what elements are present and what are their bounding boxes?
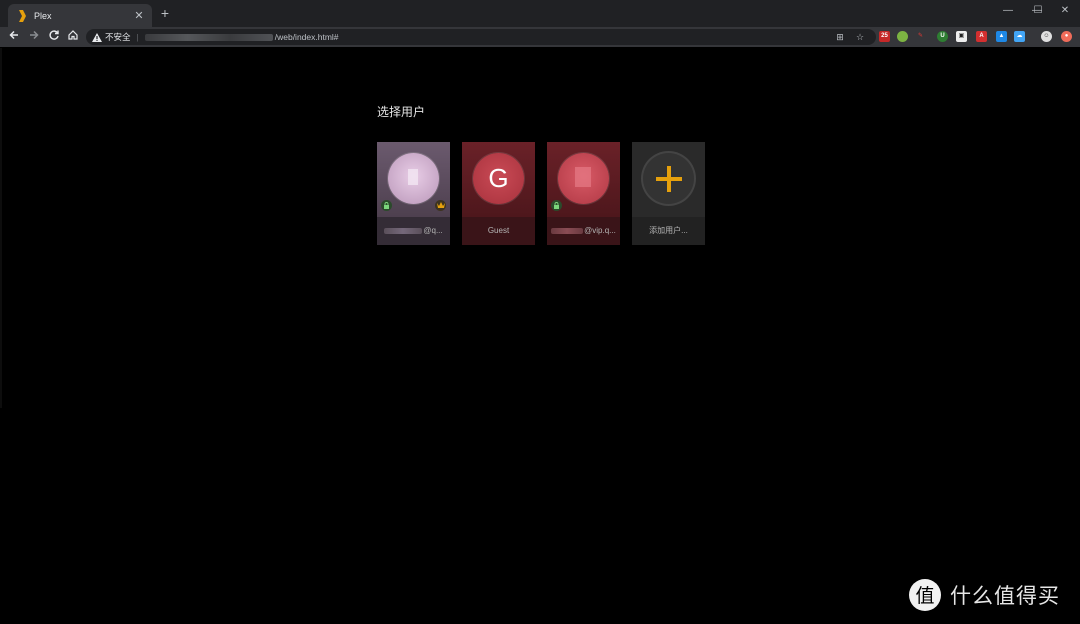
page-title: 选择用户 xyxy=(377,105,426,119)
extension-flag-icon[interactable]: ▲ xyxy=(996,31,1007,42)
svg-text:值: 值 xyxy=(915,585,934,607)
user-avatar-area xyxy=(547,142,620,217)
minimize-button[interactable]: — xyxy=(993,0,1023,20)
address-bar[interactable]: 不安全 | /web/index.html# ⊞ ☆ xyxy=(86,29,876,45)
warning-icon xyxy=(92,32,102,42)
user-card-guest[interactable]: G Guest xyxy=(462,142,535,245)
user-avatar-area xyxy=(377,142,450,217)
user-label: @q... xyxy=(377,217,450,245)
maximize-button[interactable]: ☐ xyxy=(1023,0,1053,20)
user-avatar-area: G xyxy=(462,142,535,217)
redacted-username xyxy=(384,227,423,234)
translate-icon[interactable]: ⊞ xyxy=(834,31,846,43)
extension-pen-icon[interactable]: ✎ xyxy=(915,31,926,42)
back-icon[interactable] xyxy=(6,29,22,45)
watermark: 值 什么值得买 xyxy=(908,578,1060,612)
security-status[interactable]: 不安全 xyxy=(105,31,131,43)
extension-u-icon[interactable]: U xyxy=(937,31,948,42)
watermark-text: 什么值得买 xyxy=(950,584,1060,608)
user-email-suffix: @vip.q... xyxy=(584,226,616,235)
close-window-button[interactable]: ✕ xyxy=(1050,0,1080,20)
plus-icon xyxy=(655,165,682,192)
tab-close-icon[interactable]: ✕ xyxy=(132,9,146,22)
extension-abp-icon[interactable]: 25 xyxy=(879,31,890,42)
user-label: @vip.q... xyxy=(547,217,620,245)
avatar xyxy=(558,153,609,204)
new-tab-button[interactable]: + xyxy=(158,6,172,20)
user-card-3[interactable]: @vip.q... xyxy=(547,142,620,245)
lock-icon xyxy=(551,200,562,211)
address-path: /web/index.html# xyxy=(274,32,339,42)
add-user-button[interactable] xyxy=(643,153,694,204)
avatar: G xyxy=(473,153,524,204)
extension-record-icon[interactable]: ● xyxy=(1061,31,1072,42)
forward-icon[interactable] xyxy=(26,29,42,45)
reload-icon[interactable] xyxy=(46,29,62,45)
tab-plex[interactable]: Plex ✕ xyxy=(8,4,152,27)
tab-strip: Plex ✕ + — xyxy=(0,0,1080,27)
user-card-1[interactable]: @q... xyxy=(377,142,450,245)
user-avatar-area xyxy=(632,142,705,217)
plex-favicon-icon xyxy=(16,9,28,22)
profile-avatar-icon[interactable]: ☺ xyxy=(1041,31,1052,42)
redacted-username xyxy=(551,227,584,234)
lock-icon xyxy=(381,200,392,211)
bookmark-star-icon[interactable]: ☆ xyxy=(854,31,866,43)
address-separator: | xyxy=(136,32,139,42)
home-icon[interactable] xyxy=(65,29,81,45)
extension-pdf-icon[interactable]: A xyxy=(976,31,987,42)
extension-screen-icon[interactable]: ▣ xyxy=(956,31,967,42)
user-email-suffix: @q... xyxy=(423,226,443,235)
extension-cloud-icon[interactable]: ☁ xyxy=(1014,31,1025,42)
tab-title: Plex xyxy=(34,10,52,21)
watermark-logo-icon: 值 xyxy=(909,579,941,611)
crown-icon xyxy=(435,200,446,211)
avatar-initial: G xyxy=(488,163,509,193)
redacted-host xyxy=(144,33,273,41)
user-label: 添加用户... xyxy=(632,217,705,245)
add-user-card[interactable]: 添加用户... xyxy=(632,142,705,245)
extension-clover-icon[interactable] xyxy=(897,31,908,42)
user-label: Guest xyxy=(462,217,535,245)
left-edge xyxy=(0,48,2,408)
avatar xyxy=(388,153,439,204)
